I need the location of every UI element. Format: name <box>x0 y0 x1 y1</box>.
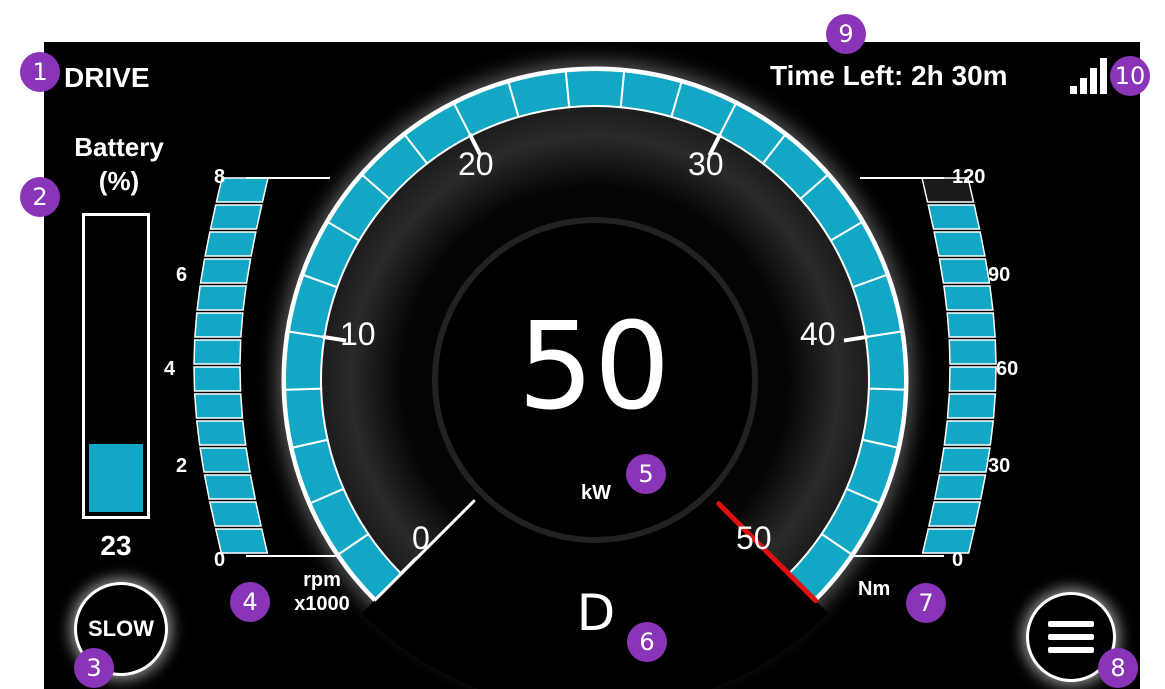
rpm-gauge-segment <box>193 393 244 419</box>
battery-label-line2: (%) <box>98 166 140 196</box>
power-scale-segment <box>564 69 626 109</box>
rpm-unit-line1: rpm <box>303 569 341 591</box>
battery-label: Battery (%) <box>54 130 184 198</box>
callout-badge: 3 <box>74 648 114 688</box>
torque-gauge-segment <box>948 366 997 392</box>
rpm-tick-label: 8 <box>214 166 226 188</box>
power-tick-label: 30 <box>688 146 724 182</box>
battery-value: 23 <box>100 530 132 561</box>
slow-mode-label: SLOW <box>88 616 154 641</box>
torque-tick-label: 120 <box>952 166 986 188</box>
torque-tick-label: 30 <box>988 455 1011 477</box>
callout-badge: 10 <box>1110 56 1150 96</box>
battery-fill <box>89 444 143 512</box>
rpm-gauge-segment <box>194 312 244 338</box>
callout-badge: 5 <box>626 454 666 494</box>
battery-bar <box>82 213 150 519</box>
callout-badge: 7 <box>906 583 946 623</box>
torque-gauge-segment <box>943 285 994 311</box>
torque-tick-label: 60 <box>996 358 1019 380</box>
rpm-gauge-segment <box>195 420 247 446</box>
rpm-gauge-segment <box>196 285 247 311</box>
rpm-gauge-segment <box>203 474 257 500</box>
power-tick-label: 40 <box>800 316 836 352</box>
rpm-tick-label: 4 <box>164 358 176 380</box>
rpm-gauge-segment <box>199 258 252 284</box>
torque-gauge-segment <box>943 420 995 446</box>
power-unit: kW <box>581 482 611 504</box>
power-value: 50 <box>517 298 671 437</box>
torque-gauge-segment <box>927 204 981 230</box>
power-scale-segment <box>284 330 326 391</box>
power-scale-segment <box>864 330 906 391</box>
callout-badge: 9 <box>826 14 866 54</box>
rpm-gauge-segment <box>208 501 263 527</box>
rpm-tick-label: 6 <box>176 264 188 286</box>
power-tick-label: 0 <box>412 520 430 556</box>
hamburger-menu-icon <box>1048 621 1094 653</box>
rpm-unit: rpm x1000 <box>282 568 362 616</box>
torque-gauge-segment <box>939 447 991 473</box>
rpm-gauge-segment <box>209 204 263 230</box>
callout-badge: 8 <box>1098 648 1138 688</box>
torque-unit: Nm <box>858 578 891 600</box>
callout-badge: 2 <box>20 177 60 217</box>
torque-gauge-segment <box>938 258 991 284</box>
torque-gauge-segment <box>946 393 997 419</box>
rpm-tick-label: 0 <box>214 549 226 571</box>
rpm-gauge-segment <box>193 339 242 365</box>
callout-badge: 1 <box>20 52 60 92</box>
torque-gauge-segment <box>946 312 996 338</box>
power-scale-segment <box>284 387 329 449</box>
torque-gauge-segment <box>948 339 997 365</box>
rpm-gauge-segment <box>204 231 257 257</box>
drive-mode-label: DRIVE <box>64 62 150 93</box>
torque-tick-label: 0 <box>952 549 964 571</box>
rpm-tick-label: 2 <box>176 455 188 477</box>
battery-label-line1: Battery <box>74 132 164 162</box>
torque-tick-label: 90 <box>988 264 1011 286</box>
power-scale-segment <box>861 387 906 449</box>
torque-gauge-segment <box>921 528 976 554</box>
rpm-gauge-segment <box>193 366 242 392</box>
power-tick-label: 10 <box>340 316 376 352</box>
torque-gauge-segment <box>927 501 982 527</box>
time-left-label: Time Left: 2h 30m <box>770 60 1008 91</box>
callout-badge: 6 <box>627 622 667 662</box>
rpm-gauge-segment <box>199 447 251 473</box>
rpm-unit-line2: x1000 <box>294 593 350 615</box>
torque-gauge-segment <box>933 231 986 257</box>
torque-gauge-segment <box>933 474 987 500</box>
callout-badge: 4 <box>230 582 270 622</box>
power-tick-label: 50 <box>736 520 772 556</box>
power-tick-label: 20 <box>458 146 494 182</box>
signal-bars-icon <box>1070 58 1107 94</box>
